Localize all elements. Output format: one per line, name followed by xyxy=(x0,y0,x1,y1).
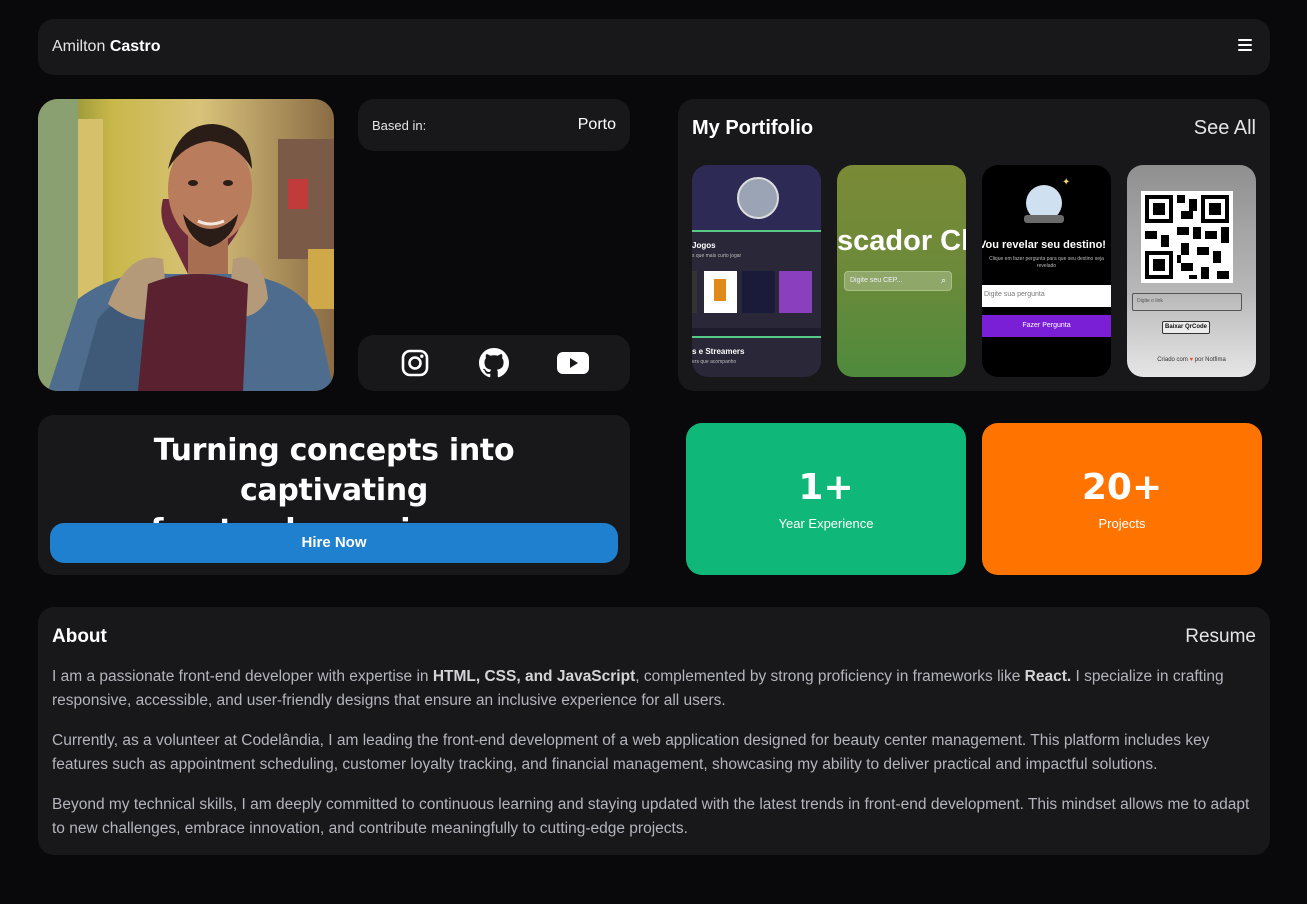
qrcode-image xyxy=(1141,191,1233,283)
experience-stat-value: 1+ xyxy=(798,467,854,508)
thumb1-section1-sub: s que mais curto jogar xyxy=(692,253,742,259)
portfolio-thumb-cep[interactable]: scador Cl Digite seu CEP... ⌕ xyxy=(837,165,966,377)
hire-now-button[interactable]: Hire Now xyxy=(50,523,618,563)
thumb3-input: Digite sua pergunta xyxy=(984,291,1045,298)
social-links xyxy=(358,335,630,391)
thumb1-section2: s e Streamers xyxy=(692,347,745,356)
thumb2-title: scador Cl xyxy=(837,225,966,257)
see-all-link[interactable]: See All xyxy=(1194,117,1256,140)
portfolio-card: My Portifolio See All Jogos s que mais c… xyxy=(678,99,1270,391)
experience-stat-card: 1+ Year Experience xyxy=(686,423,966,575)
portfolio-thumb-games[interactable]: Jogos s que mais curto jogar s e Streame… xyxy=(692,165,821,377)
resume-link[interactable]: Resume xyxy=(1185,626,1256,648)
about-body: I am a passionate front-end developer wi… xyxy=(52,665,1256,857)
hero-card: Turning concepts into captivating fronte… xyxy=(38,415,630,575)
instagram-icon[interactable] xyxy=(399,347,431,379)
about-paragraph-2: Currently, as a volunteer at Codelândia,… xyxy=(52,732,1210,773)
top-nav: Amilton Castro xyxy=(38,19,1270,75)
brand-name[interactable]: Amilton Castro xyxy=(52,38,161,56)
projects-stat-value: 20+ xyxy=(1081,467,1163,508)
projects-stat-label: Projects xyxy=(1098,516,1146,531)
thumb4-button: Baixar QrCode xyxy=(1162,321,1210,334)
hamburger-icon[interactable] xyxy=(1238,39,1252,53)
youtube-icon[interactable] xyxy=(556,347,589,379)
brand-last-name: Castro xyxy=(109,38,161,55)
about-card: About Resume I am a passionate front-end… xyxy=(38,607,1270,855)
location-value: Porto xyxy=(577,116,616,133)
location-card: Based in: Porto xyxy=(358,99,630,151)
about-paragraph-1: I am a passionate front-end developer wi… xyxy=(52,668,1224,709)
about-title: About xyxy=(52,626,107,647)
thumb4-input: Digite o link xyxy=(1137,298,1163,304)
about-paragraph-3: Beyond my technical skills, I am deeply … xyxy=(52,796,1250,837)
profile-photo xyxy=(38,99,334,391)
portfolio-thumb-qrcode[interactable]: Digite o link Baixar QrCode Criado com ♥… xyxy=(1127,165,1256,377)
thumb4-footer: Criado com ♥ por Notfima xyxy=(1157,357,1226,363)
search-icon: ⌕ xyxy=(940,275,946,285)
location-label: Based in: xyxy=(372,118,427,133)
thumb3-subtitle: Clique em fazer pergunta para que seu de… xyxy=(989,256,1104,269)
portfolio-title: My Portifolio xyxy=(692,117,814,139)
brand-first-name: Amilton xyxy=(52,38,106,55)
thumb3-button: Fazer Pergunta xyxy=(982,315,1111,337)
thumb1-section2-sub: ers que acompanho xyxy=(692,359,737,365)
thumb1-section1: Jogos xyxy=(692,241,716,250)
projects-stat-card: 20+ Projects xyxy=(982,423,1262,575)
thumb2-input: Digite seu CEP... xyxy=(850,277,903,284)
experience-stat-label: Year Experience xyxy=(778,516,874,531)
portfolio-thumb-destiny[interactable]: ✦ Vou revelar seu destino! Clique em faz… xyxy=(982,165,1111,377)
avatar xyxy=(737,177,779,219)
github-icon[interactable] xyxy=(478,347,510,379)
hero-headline-line1: Turning concepts into captivating xyxy=(153,433,515,508)
thumb3-title: Vou revelar seu destino! xyxy=(982,239,1106,251)
